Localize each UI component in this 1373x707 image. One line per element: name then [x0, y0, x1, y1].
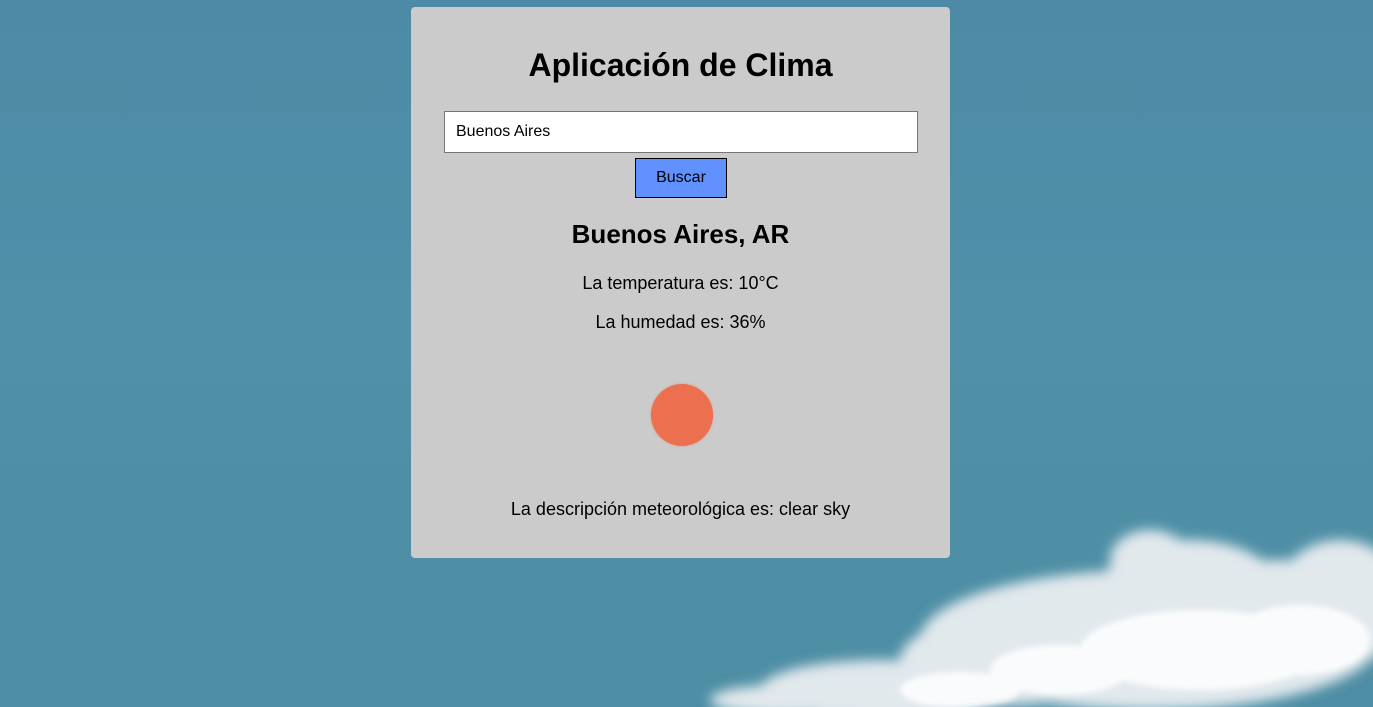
temperature-text: La temperatura es: 10°C — [582, 273, 779, 293]
description-text: La descripción meteorológica es: clear s… — [510, 499, 851, 519]
city-search-input[interactable] — [444, 111, 918, 153]
sun-icon — [651, 384, 713, 446]
app-title: Aplicación de Clima — [528, 47, 833, 83]
location-heading: Buenos Aires, AR — [571, 219, 790, 249]
weather-card: Aplicación de Clima Buscar Buenos Aires,… — [411, 7, 950, 558]
humidity-text: La humedad es: 36% — [595, 312, 766, 332]
search-button[interactable]: Buscar — [635, 158, 727, 198]
